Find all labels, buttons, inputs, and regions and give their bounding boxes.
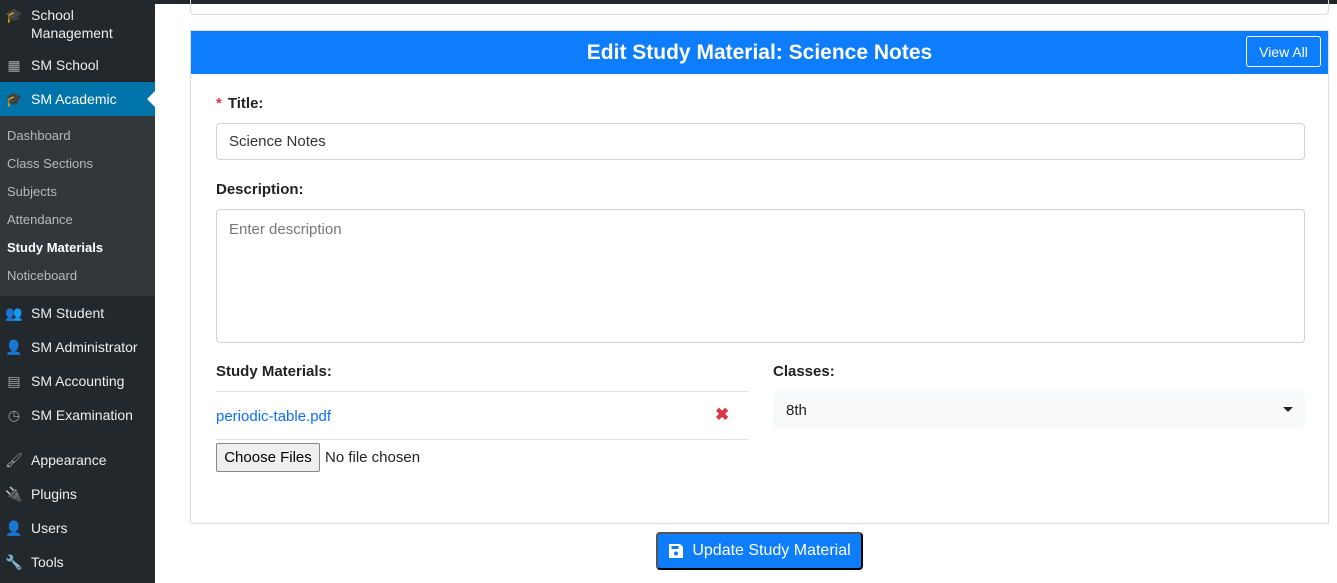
user-icon: 👤 xyxy=(5,519,23,536)
card-header: Edit Study Material: Science Notes View … xyxy=(191,31,1328,74)
menu-sm-examination[interactable]: ◷ SM Examination xyxy=(0,398,155,432)
building-icon: ▦ xyxy=(7,56,21,73)
graduation-cap-icon: 🎓 xyxy=(5,6,23,23)
menu-sm-academic[interactable]: 🎓 SM Academic xyxy=(0,82,155,116)
menu-sm-school[interactable]: ▦ SM School xyxy=(0,48,155,82)
menu-sm-accounting[interactable]: ▤ SM Accounting xyxy=(0,364,155,398)
submenu-attendance[interactable]: Attendance xyxy=(0,206,155,234)
wrench-icon: 🔧 xyxy=(5,553,23,570)
ledger-icon: ▤ xyxy=(7,372,21,389)
remove-file-icon[interactable]: ✖ xyxy=(715,405,729,425)
academic-submenu: Dashboard Class Sections Subjects Attend… xyxy=(0,116,155,296)
menu-plugins[interactable]: 🔌 Plugins xyxy=(0,477,155,511)
users-icon: 👥 xyxy=(5,304,23,321)
title-label: * Title: xyxy=(216,95,264,112)
classes-label: Classes: xyxy=(773,363,835,380)
title-input[interactable]: Science Notes xyxy=(216,123,1305,160)
save-icon xyxy=(669,544,684,558)
submenu-subjects[interactable]: Subjects xyxy=(0,178,155,206)
clock-icon: ◷ xyxy=(7,406,21,423)
study-materials-label: Study Materials: xyxy=(216,363,332,380)
file-link[interactable]: periodic-table.pdf xyxy=(216,408,331,425)
update-study-material-button[interactable]: Update Study Material xyxy=(656,532,863,570)
submenu-noticeboard[interactable]: Noticeboard xyxy=(0,262,155,290)
admin-sidebar: 🎓 School Management ▦ SM School 🎓 SM Academ… xyxy=(0,0,155,583)
view-all-button[interactable]: View All xyxy=(1246,36,1321,67)
description-label: Description: xyxy=(216,181,304,198)
classes-select[interactable]: 8th xyxy=(773,391,1305,429)
menu-sm-student[interactable]: 👥 SM Student xyxy=(0,296,155,330)
submenu-dashboard[interactable]: Dashboard xyxy=(0,122,155,150)
choose-files-button[interactable]: Choose Files xyxy=(216,443,320,472)
menu-appearance[interactable]: 🖌 Appearance xyxy=(0,443,155,477)
submenu-class-sections[interactable]: Class Sections xyxy=(0,150,155,178)
submenu-study-materials[interactable]: Study Materials xyxy=(0,234,155,262)
caret-down-icon xyxy=(1283,407,1293,412)
previous-card xyxy=(190,0,1329,15)
divider xyxy=(216,439,748,440)
menu-sm-administrator[interactable]: 👤 SM Administrator xyxy=(0,330,155,364)
description-textarea[interactable]: Enter description xyxy=(216,209,1305,343)
user-tie-icon: 👤 xyxy=(5,338,23,355)
paintbrush-icon: 🖌 xyxy=(5,451,23,468)
menu-users[interactable]: 👤 Users xyxy=(0,511,155,545)
plug-icon: 🔌 xyxy=(5,485,23,502)
menu-tools[interactable]: 🔧 Tools xyxy=(0,545,155,579)
graduation-cap-icon: 🎓 xyxy=(5,90,23,107)
page-title: Edit Study Material: Science Notes xyxy=(586,40,933,64)
file-status: No file chosen xyxy=(325,449,421,466)
divider xyxy=(216,391,748,392)
menu-school-management[interactable]: 🎓 School Management xyxy=(0,0,155,48)
edit-study-material-card: Edit Study Material: Science Notes View … xyxy=(190,30,1329,524)
